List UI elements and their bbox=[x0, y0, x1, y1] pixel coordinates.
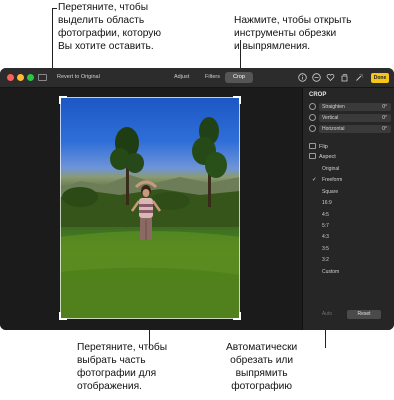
aspect-header[interactable]: Aspect bbox=[309, 153, 336, 160]
crop-handle-bottom-right[interactable] bbox=[233, 312, 241, 320]
tab-adjust[interactable]: Adjust bbox=[166, 72, 197, 83]
tab-crop[interactable]: Crop bbox=[225, 72, 253, 83]
tab-filters[interactable]: Filters bbox=[197, 72, 228, 83]
aspect-option-4-3[interactable]: 4:3 bbox=[303, 232, 394, 243]
flip-label: Flip bbox=[319, 144, 328, 150]
crop-panel: CROP Straighten 0° Vertical 0° Horizonta… bbox=[302, 88, 394, 330]
photo-canvas[interactable] bbox=[0, 88, 302, 330]
auto-button[interactable]: Auto bbox=[319, 310, 335, 319]
aspect-options-list: Original ✓ Freeform Square 16:9 4:5 5:7 4… bbox=[303, 164, 394, 278]
photos-window: Revert to Original Adjust Filters Crop D… bbox=[0, 68, 394, 330]
heart-icon[interactable] bbox=[326, 73, 335, 82]
aspect-option-16-9[interactable]: 16:9 bbox=[303, 198, 394, 209]
rotate-icon[interactable] bbox=[340, 73, 349, 82]
flip-icon bbox=[309, 143, 316, 149]
sidebar-toggle-icon[interactable] bbox=[38, 74, 47, 81]
horizontal-icon bbox=[309, 125, 316, 132]
callout-auto-crop: Автоматически обрезать или выпрямить фот… bbox=[226, 342, 298, 392]
aspect-option-freeform[interactable]: ✓ Freeform bbox=[303, 175, 394, 186]
minus-circle-icon[interactable] bbox=[312, 73, 321, 82]
aspect-option-original[interactable]: Original bbox=[303, 164, 394, 175]
aspect-option-5-7[interactable]: 5:7 bbox=[303, 221, 394, 232]
zoom-window-button[interactable] bbox=[27, 74, 34, 81]
minimize-window-button[interactable] bbox=[17, 74, 24, 81]
reset-button[interactable]: Reset bbox=[347, 310, 381, 319]
vertical-label: Vertical bbox=[322, 115, 339, 121]
close-window-button[interactable] bbox=[7, 74, 14, 81]
crop-frame[interactable] bbox=[59, 96, 241, 320]
callout-open-crop-tools: Нажмите, чтобы открыть инструменты обрез… bbox=[234, 15, 352, 52]
crop-handle-top-right[interactable] bbox=[233, 96, 241, 104]
straighten-icon bbox=[309, 103, 316, 110]
callout-drag-select-area: Перетяните, чтобы выделить область фотог… bbox=[58, 2, 162, 52]
aspect-option-3-2[interactable]: 3:2 bbox=[303, 255, 394, 266]
panel-title: CROP bbox=[309, 92, 327, 98]
crop-handle-bottom-left[interactable] bbox=[59, 312, 67, 320]
horizontal-label: Horizontal bbox=[322, 126, 345, 132]
aspect-label: Aspect bbox=[319, 154, 336, 160]
straighten-slider[interactable]: Straighten 0° bbox=[309, 103, 391, 111]
aspect-option-4-5[interactable]: 4:5 bbox=[303, 210, 394, 221]
vertical-value: 0° bbox=[382, 115, 387, 121]
magic-wand-icon[interactable] bbox=[355, 73, 364, 82]
straighten-value: 0° bbox=[382, 104, 387, 110]
callout-drag-choose-part: Перетяните, чтобы выбрать часть фотограф… bbox=[77, 342, 168, 392]
crop-handle-top-left[interactable] bbox=[59, 96, 67, 104]
flip-button[interactable]: Flip bbox=[309, 143, 328, 150]
toolbar: Revert to Original Adjust Filters Crop D… bbox=[0, 68, 394, 88]
aspect-icon bbox=[309, 153, 316, 159]
horizontal-slider[interactable]: Horizontal 0° bbox=[309, 125, 391, 133]
checkmark-icon: ✓ bbox=[312, 177, 317, 184]
aspect-option-custom[interactable]: Custom bbox=[303, 267, 394, 278]
revert-to-original-button[interactable]: Revert to Original bbox=[57, 74, 100, 80]
aspect-option-3-5[interactable]: 3:5 bbox=[303, 244, 394, 255]
vertical-slider[interactable]: Vertical 0° bbox=[309, 114, 391, 122]
horizontal-value: 0° bbox=[382, 126, 387, 132]
aspect-option-square[interactable]: Square bbox=[303, 187, 394, 198]
info-icon[interactable] bbox=[298, 73, 307, 82]
vertical-icon bbox=[309, 114, 316, 121]
straighten-label: Straighten bbox=[322, 104, 345, 110]
done-button[interactable]: Done bbox=[371, 73, 389, 83]
leader-line-top-left-hook bbox=[52, 8, 57, 9]
